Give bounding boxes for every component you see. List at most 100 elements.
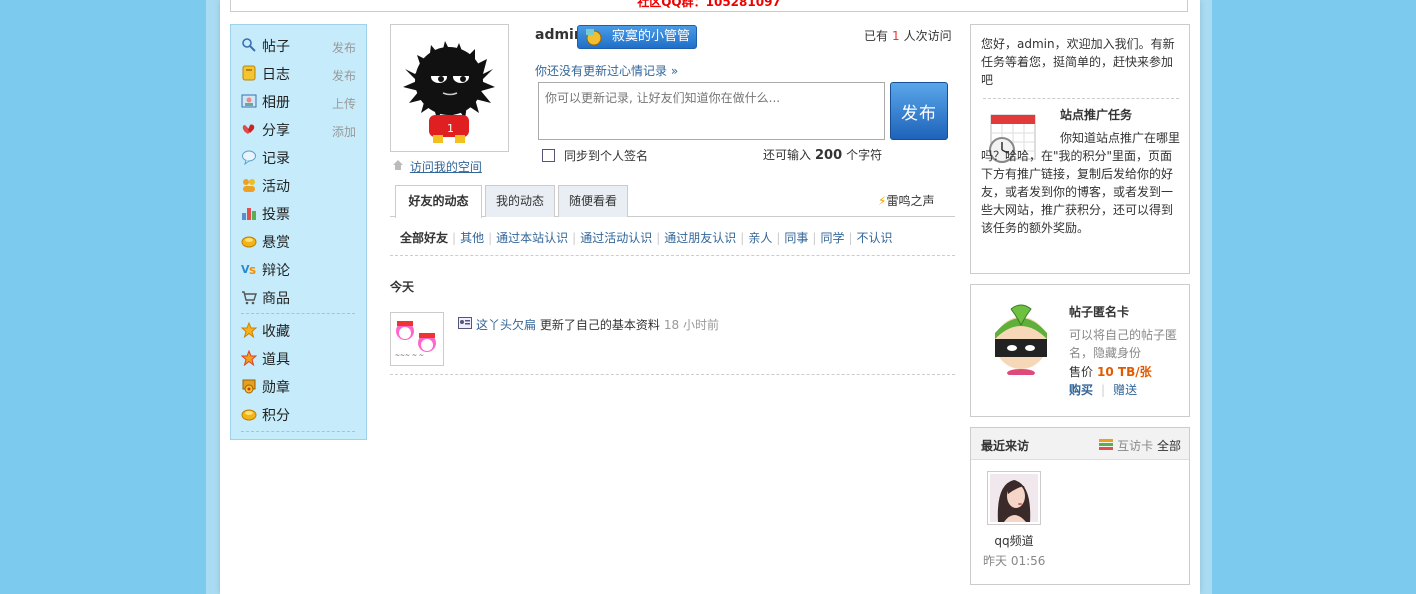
feed-time: 18 小时前 (663, 318, 719, 332)
sidebar-action-publish-post[interactable]: 发布 (332, 39, 356, 56)
filter-family[interactable]: 亲人 (748, 231, 772, 245)
debate-icon: VS (241, 263, 256, 277)
publish-button[interactable]: 发布 (890, 82, 948, 140)
user-rank-badge[interactable]: 寂寞的小管管 (577, 25, 697, 49)
sidebar-item-label: 道具 (262, 352, 290, 368)
filter-unknown[interactable]: 不认识 (857, 231, 893, 245)
svg-text:S: S (249, 266, 256, 277)
divider (390, 255, 955, 256)
visit-my-space-label[interactable]: 访问我的空间 (410, 160, 482, 174)
visitor-time: 昨天 01:56 (983, 554, 1046, 568)
sidebar-action-publish-blog[interactable]: 发布 (332, 67, 356, 84)
sidebar-item-reward[interactable]: 悬赏 (231, 227, 366, 255)
tab-browse[interactable]: 随便看看 (558, 185, 628, 217)
sidebar-action-add[interactable]: 添加 (332, 123, 356, 140)
visit-card-link[interactable]: 互访卡 (1117, 439, 1153, 453)
sidebar-item-blog[interactable]: 日志 发布 (231, 59, 366, 87)
card-description: 可以将自己的帖子匿名，隐藏身份 (1069, 328, 1178, 360)
sidebar-item-label: 投票 (262, 207, 290, 223)
sync-signature-checkbox[interactable] (542, 149, 555, 162)
filter-separator: | (812, 231, 817, 245)
filter-separator: | (488, 231, 493, 245)
visit-counter: 已有 1 人次访问 (864, 27, 952, 44)
user-avatar[interactable]: 1 (390, 24, 509, 152)
sidebar-item-posts[interactable]: 帖子 发布 (231, 31, 366, 59)
sidebar-item-vote[interactable]: 投票 (231, 199, 366, 227)
sidebar-item-tools[interactable]: 道具 (231, 344, 366, 372)
visit-count: 1 (892, 29, 900, 43)
anonymous-card-icon (995, 304, 1047, 375)
welcome-task-box: 您好，admin，欢迎加入我们。有新任务等着您，挺简单的，赶快来参加吧 站点推广… (970, 24, 1190, 274)
sidebar-item-medals[interactable]: 勋章 (231, 372, 366, 400)
sidebar-item-label: 积分 (262, 408, 290, 424)
visitors-links: 互访卡 全部 (1099, 437, 1181, 454)
visit-my-space-link[interactable]: 访问我的空间 (392, 158, 482, 175)
tool-icon (241, 350, 257, 366)
background-stripe-left (206, 0, 220, 594)
tab-my-feed[interactable]: 我的动态 (485, 185, 555, 217)
sidebar-item-favorites[interactable]: 收藏 (231, 316, 366, 344)
sidebar-item-album[interactable]: 相册 上传 (231, 87, 366, 115)
visit-card-icon (1099, 439, 1114, 450)
price-value: 10 TB/张 (1097, 365, 1152, 379)
reward-icon (241, 236, 257, 248)
filter-separator: | (740, 231, 745, 245)
status-input[interactable] (538, 82, 885, 140)
share-icon (242, 124, 255, 134)
profile-card-icon (458, 317, 472, 329)
avatar-image: 1 (395, 29, 504, 147)
view-all-link[interactable]: 全部 (1157, 439, 1181, 453)
task-title: 站点推广任务 (1060, 108, 1133, 122)
friend-filter-bar: 全部好友 | 其他 | 通过本站认识 | 通过活动认识 | 通过朋友认识 | 亲人 | 同事 | 同学 | 不认… (400, 229, 893, 246)
filter-colleague[interactable]: 同事 (784, 231, 808, 245)
medal-icon (242, 379, 256, 394)
thunder-voice-link[interactable]: ⚡雷鸣之声 (878, 192, 934, 209)
sidebar-item-share[interactable]: 分享 添加 (231, 115, 366, 143)
background-stripe-right (1200, 0, 1212, 594)
card-title: 帖子匿名卡 (1069, 305, 1130, 319)
sidebar-item-goods[interactable]: 商品 (231, 283, 366, 311)
sidebar-divider (241, 431, 355, 432)
mood-record-link[interactable]: 你还没有更新过心情记录 » (535, 62, 678, 79)
sidebar-item-label: 帖子 (262, 39, 290, 55)
sidebar-item-debate[interactable]: VS 辩论 (231, 255, 366, 283)
buy-button[interactable]: 购买 (1069, 383, 1093, 397)
filter-separator: | (572, 231, 577, 245)
filter-friend[interactable]: 通过朋友认识 (664, 231, 736, 245)
gift-button[interactable]: 赠送 (1113, 383, 1137, 397)
feed-item: 这丫头欠扁 更新了自己的基本资料 18 小时前 (458, 316, 719, 333)
svg-text:1: 1 (447, 122, 454, 135)
credit-icon (241, 409, 257, 421)
visitor-name[interactable]: qq频道 (971, 532, 1057, 549)
thunder-voice-label[interactable]: 雷鸣之声 (886, 194, 934, 208)
cart-icon (242, 291, 257, 305)
sidebar-item-record[interactable]: 记录 (231, 143, 366, 171)
recent-visitors-title: 最近来访 (981, 439, 1030, 453)
filter-site[interactable]: 通过本站认识 (496, 231, 568, 245)
tab-friends-feed[interactable]: 好友的动态 (395, 185, 482, 218)
filter-event[interactable]: 通过活动认识 (580, 231, 652, 245)
banner-text: 社区QQ群：105281097 (637, 0, 781, 9)
blog-icon (242, 65, 256, 81)
char-remaining: 还可输入 200 个字符 (763, 146, 882, 163)
feed-user-link[interactable]: 这丫头欠扁 (476, 318, 536, 332)
visitor-avatar-image (990, 474, 1038, 522)
filter-other[interactable]: 其他 (460, 231, 484, 245)
sidebar-action-upload[interactable]: 上传 (332, 95, 356, 112)
filter-classmate[interactable]: 同学 (820, 231, 844, 245)
rank-icon (586, 29, 602, 46)
sidebar-item-credits[interactable]: 积分 (231, 400, 366, 428)
app-sidebar: 帖子 发布 日志 发布 相册 上传 分享 添加 记录 活动 投票 悬赏 V S … (230, 24, 367, 440)
feed-action: 更新了自己的基本资料 (539, 318, 660, 332)
filter-all-friends[interactable]: 全部好友 (400, 231, 448, 245)
record-icon (242, 150, 256, 165)
card-price: 售价 10 TB/张 (1069, 363, 1152, 380)
sidebar-item-label: 记录 (262, 151, 290, 167)
char-remaining-suffix: 个字符 (846, 148, 883, 162)
feed-user-avatar[interactable]: ~~~ ~ ~ (390, 312, 444, 366)
sidebar-item-label: 商品 (262, 291, 290, 307)
visitor-avatar[interactable] (987, 471, 1041, 525)
sidebar-item-activity[interactable]: 活动 (231, 171, 366, 199)
filter-separator: | (452, 231, 457, 245)
recent-visitors-header: 最近来访 互访卡 全部 (971, 428, 1189, 460)
